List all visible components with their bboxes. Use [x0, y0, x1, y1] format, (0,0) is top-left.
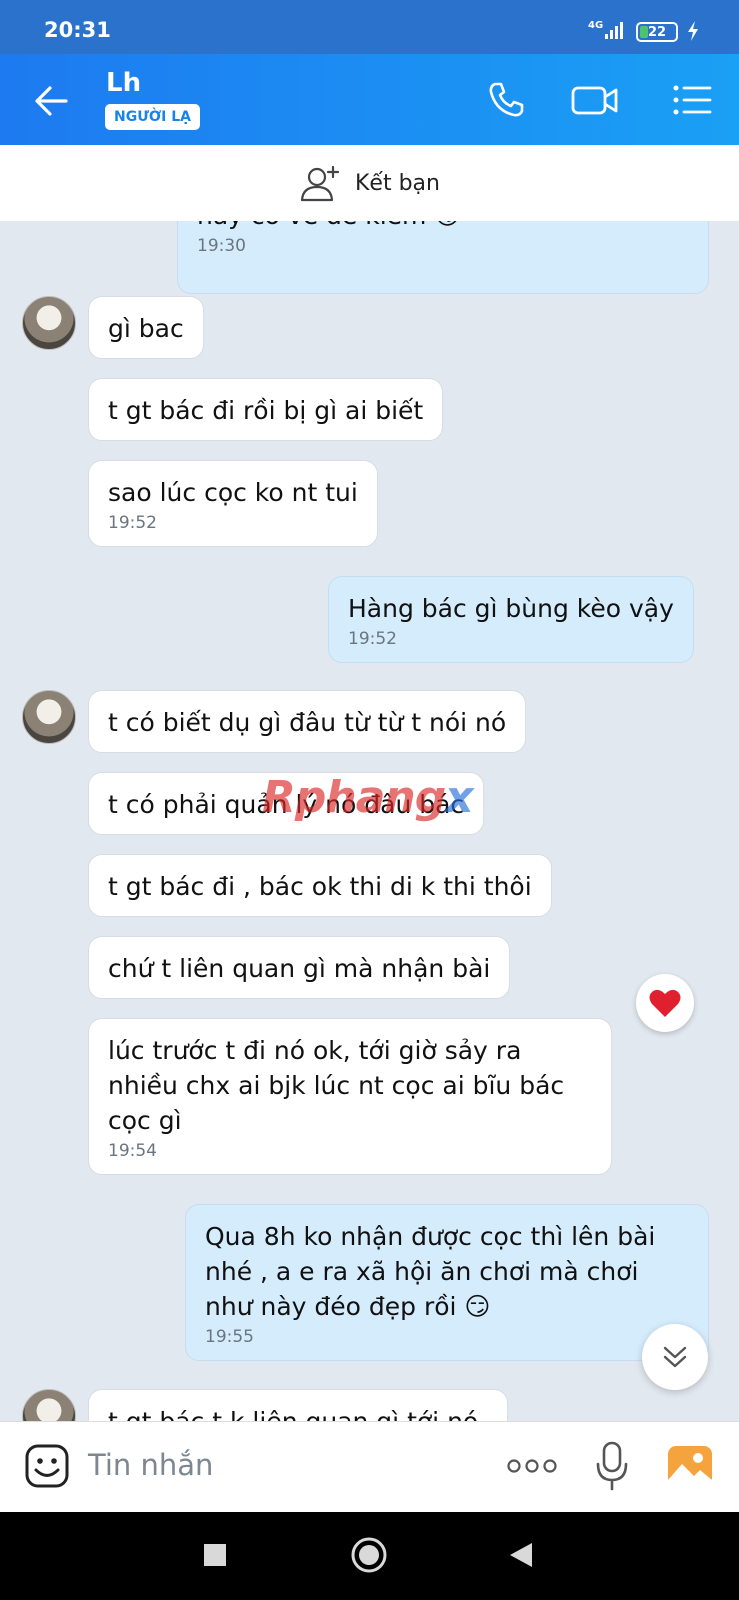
message-text: Qua 8h ko nhận được cọc thì lên bài nhé …	[205, 1222, 656, 1321]
message-bubble-in[interactable]: t gt bác đi , bác ok thi di k thi thôi	[88, 854, 552, 917]
add-person-icon	[300, 165, 340, 202]
message-text: gì bac	[108, 314, 184, 343]
message-input[interactable]: Tin nhắn	[88, 1448, 213, 1482]
message-text: t có biết dụ gì đâu từ từ t nói nó	[108, 708, 507, 737]
message-bubble-out[interactable]: Hàng bác gì bùng kèo vậy 19:52	[328, 576, 694, 663]
chat-screen: 20:31 4G 22 Lh NGƯỜI LẠ Kết bạn 19:30 gì…	[0, 0, 739, 1600]
message-time: 19:52	[108, 513, 157, 533]
system-nav-bar	[0, 1512, 739, 1600]
add-friend-label: Kết bạn	[355, 170, 440, 196]
message-time: 19:54	[108, 1141, 157, 1161]
network-type: 4G	[588, 20, 604, 31]
message-bubble-in[interactable]: t gt bác t k liên quan gì tới nó	[88, 1389, 508, 1421]
charging-icon	[688, 21, 698, 41]
message-text: Hàng bác gì bùng kèo vậy	[348, 594, 674, 623]
video-camera-icon[interactable]	[570, 78, 620, 122]
back-triangle-icon[interactable]	[508, 1541, 534, 1569]
microphone-icon[interactable]	[594, 1440, 630, 1492]
message-time: 19:52	[348, 629, 397, 649]
watermark-text: Rphang	[262, 772, 446, 823]
message-bubble-in[interactable]: t có biết dụ gì đâu từ từ t nói nó	[88, 690, 527, 753]
message-text: t gt bác đi , bác ok thi di k thi thôi	[108, 872, 532, 901]
more-dots-icon[interactable]	[506, 1456, 558, 1476]
contact-name[interactable]: Lh	[106, 68, 141, 98]
double-chevron-down-icon	[663, 1346, 687, 1368]
message-text: sao lúc cọc ko nt tui	[108, 478, 358, 507]
home-circle-icon[interactable]	[350, 1536, 388, 1574]
message-time: 19:30	[197, 236, 246, 256]
chat-header: Lh NGƯỜI LẠ	[0, 54, 739, 145]
message-text: t gt bác t k liên quan gì tới nó	[108, 1407, 478, 1421]
battery-level: 22	[647, 24, 667, 40]
battery-icon: 22	[636, 22, 678, 42]
sticker-icon[interactable]	[24, 1443, 70, 1489]
avatar[interactable]	[22, 690, 76, 744]
message-text: hay có về để kiếm 😏	[197, 221, 460, 230]
message-bubble-in[interactable]: t gt bác đi rồi bị gì ai biết	[88, 378, 444, 441]
message-bubble-in[interactable]: sao lúc cọc ko nt tui 19:52	[88, 460, 378, 547]
message-text: chứ t liên quan gì mà nhận bài	[108, 954, 491, 983]
image-gallery-icon[interactable]	[666, 1444, 714, 1488]
message-composer: Tin nhắn	[0, 1421, 739, 1512]
heart-reaction-icon[interactable]	[636, 974, 694, 1032]
message-text: lúc trước t đi nó ok, tới giờ sảy ra nhi…	[108, 1036, 565, 1135]
message-text: t gt bác đi rồi bị gì ai biết	[108, 396, 424, 425]
stranger-badge: NGƯỜI LẠ	[105, 104, 200, 130]
status-bar: 20:31 4G 22	[0, 0, 739, 54]
message-bubble-out[interactable]: hay có về để kiếm 😏 19:30	[177, 221, 709, 294]
message-bubble-out[interactable]: Qua 8h ko nhận được cọc thì lên bài nhé …	[185, 1204, 709, 1361]
status-time: 20:31	[44, 18, 111, 42]
avatar[interactable]	[22, 296, 76, 350]
watermark-text-accent: x	[445, 772, 473, 823]
back-arrow-icon[interactable]	[30, 80, 72, 122]
watermark: Rphangx	[262, 772, 474, 823]
message-bubble-in[interactable]: gì bac	[88, 296, 204, 359]
add-friend-bar[interactable]: Kết bạn	[0, 145, 739, 221]
avatar[interactable]	[22, 1389, 76, 1421]
phone-icon[interactable]	[484, 78, 528, 122]
recents-square-icon[interactable]	[204, 1544, 226, 1566]
message-bubble-in[interactable]: lúc trước t đi nó ok, tới giờ sảy ra nhi…	[88, 1018, 612, 1175]
signal-icon	[605, 22, 623, 39]
message-bubble-in[interactable]: chứ t liên quan gì mà nhận bài	[88, 936, 511, 999]
menu-list-icon[interactable]	[670, 78, 714, 122]
heart-icon	[649, 989, 681, 1017]
message-time: 19:55	[205, 1327, 254, 1347]
scroll-to-bottom-button[interactable]	[642, 1324, 708, 1390]
